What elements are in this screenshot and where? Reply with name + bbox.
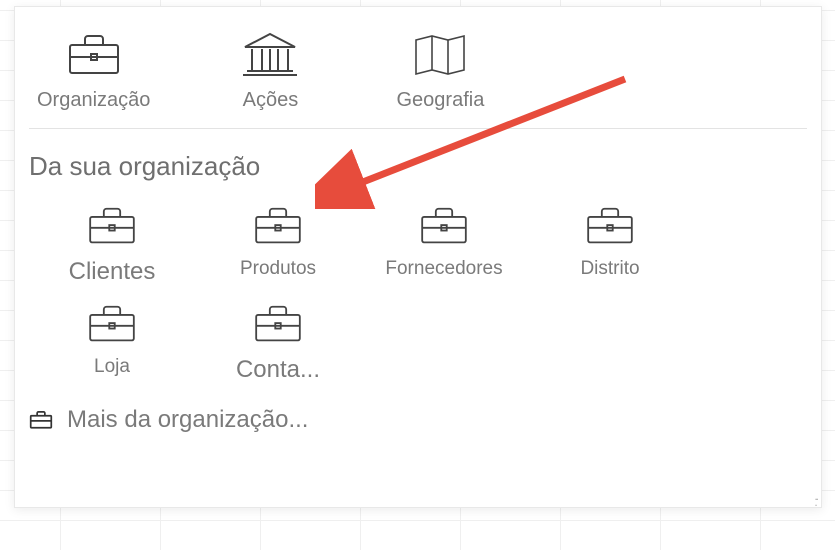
top-categories-row: Organização Ações — [15, 7, 821, 124]
category-geografia[interactable]: Geografia — [390, 31, 490, 112]
bank-icon — [241, 31, 299, 79]
category-organizacao[interactable]: Organização — [37, 31, 150, 112]
item-label: Produtos — [240, 258, 316, 280]
item-label: Fornecedores — [385, 258, 502, 280]
more-from-org[interactable]: Mais da organização... — [15, 384, 821, 444]
section-title: Da sua organização — [15, 129, 821, 188]
map-icon — [412, 31, 468, 79]
briefcase-icon — [252, 302, 304, 346]
category-label: Organização — [37, 89, 150, 112]
briefcase-icon — [252, 204, 304, 248]
item-conta[interactable]: Conta... — [203, 302, 353, 384]
category-acoes[interactable]: Ações — [220, 31, 320, 112]
item-fornecedores[interactable]: Fornecedores — [369, 204, 519, 286]
briefcase-icon — [66, 31, 122, 79]
resize-grip[interactable]: ... — [814, 493, 817, 505]
item-label: Loja — [94, 356, 130, 378]
briefcase-small-icon — [29, 410, 53, 430]
item-label: Distrito — [580, 258, 639, 280]
category-label: Ações — [243, 89, 299, 112]
briefcase-icon — [418, 204, 470, 248]
entity-picker-panel: Organização Ações — [14, 6, 822, 508]
briefcase-icon — [584, 204, 636, 248]
item-distrito[interactable]: Distrito — [535, 204, 685, 286]
org-items-row: Clientes Produtos — [15, 188, 821, 384]
briefcase-icon — [86, 302, 138, 346]
item-clientes[interactable]: Clientes — [37, 204, 187, 286]
item-label: Clientes — [69, 258, 156, 286]
category-label: Geografia — [396, 89, 484, 112]
briefcase-icon — [86, 204, 138, 248]
more-label: Mais da organização... — [67, 406, 308, 434]
item-loja[interactable]: Loja — [37, 302, 187, 384]
item-produtos[interactable]: Produtos — [203, 204, 353, 286]
item-label: Conta... — [236, 356, 320, 384]
